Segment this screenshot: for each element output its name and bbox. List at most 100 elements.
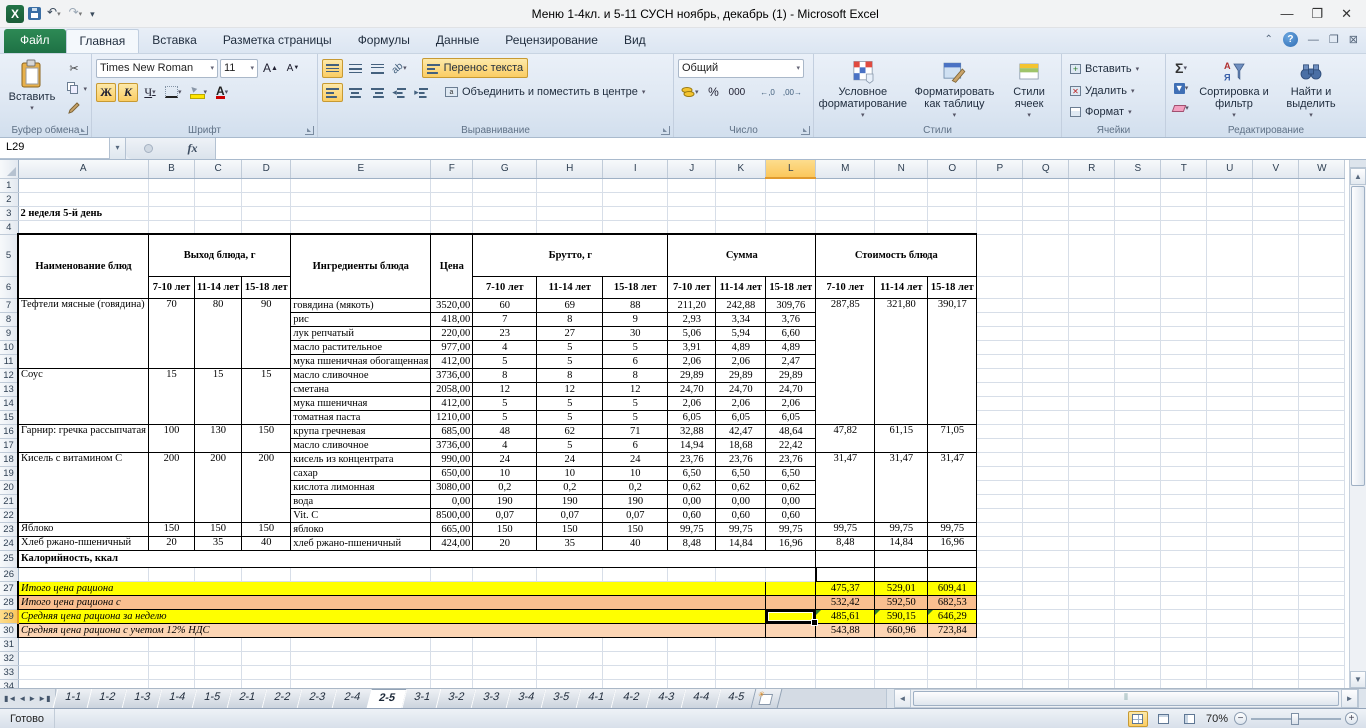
row-header-32[interactable]: 32 [0,651,18,665]
cell-I14[interactable]: 5 [603,396,668,410]
cell-B34[interactable] [149,679,195,688]
cell-R7[interactable] [1069,298,1115,312]
cell-J34[interactable] [668,679,716,688]
cell-W20[interactable] [1299,480,1345,494]
cell-Q11[interactable] [1023,354,1069,368]
cell-O3[interactable] [928,206,977,220]
cell-W19[interactable] [1299,466,1345,480]
first-sheet-icon[interactable]: ▮◄ [4,694,16,703]
cell-G6[interactable]: 7-10 лет [473,276,537,298]
cell-R32[interactable] [1069,651,1115,665]
cell-R6[interactable] [1069,276,1115,298]
cell-U6[interactable] [1207,276,1253,298]
sheet-tab-4-5[interactable]: 4-5 [715,689,756,708]
cell-J19[interactable]: 6,50 [668,466,716,480]
cell-A25[interactable]: Калорийность, ккал [18,550,816,567]
cell-M31[interactable] [816,637,875,651]
cell-E2[interactable] [291,192,431,206]
cell-K24[interactable]: 14,84 [716,536,766,550]
col-header-S[interactable]: S [1115,160,1161,178]
cell-A23[interactable]: Яблоко [18,522,149,536]
cell-Q7[interactable] [1023,298,1069,312]
col-header-F[interactable]: F [431,160,473,178]
cell-V18[interactable] [1253,452,1299,466]
cell-U33[interactable] [1207,665,1253,679]
cell-H33[interactable] [537,665,603,679]
cell-H20[interactable]: 0,2 [537,480,603,494]
cell-D4[interactable] [242,220,291,234]
cell-V30[interactable] [1253,623,1299,637]
row-header-33[interactable]: 33 [0,665,18,679]
cell-K12[interactable]: 29,89 [716,368,766,382]
cell-R14[interactable] [1069,396,1115,410]
zoom-level[interactable]: 70% [1206,713,1228,725]
row-header-24[interactable]: 24 [0,536,18,550]
sheet-tab-4-3[interactable]: 4-3 [646,689,687,708]
cell-I18[interactable]: 24 [603,452,668,466]
cell-K1[interactable] [716,178,766,192]
font-name-select[interactable]: Times New Roman▾ [96,59,218,78]
cell-F18[interactable]: 990,00 [431,452,473,466]
cell-W14[interactable] [1299,396,1345,410]
col-header-P[interactable]: P [977,160,1023,178]
cell-G15[interactable]: 5 [473,410,537,424]
cell-B2[interactable] [149,192,195,206]
cell-S26[interactable] [1115,567,1161,581]
cell-O31[interactable] [928,637,977,651]
cell-P7[interactable] [977,298,1023,312]
col-header-W[interactable]: W [1299,160,1345,178]
cell-K4[interactable] [716,220,766,234]
cell-I21[interactable]: 190 [603,494,668,508]
cell-O7[interactable]: 390,17 [928,298,977,424]
cell-Q1[interactable] [1023,178,1069,192]
minimize-button[interactable]: — [1280,6,1293,22]
cell-N31[interactable] [875,637,928,651]
cell-U3[interactable] [1207,206,1253,220]
cell-V21[interactable] [1253,494,1299,508]
cell-S30[interactable] [1115,623,1161,637]
cell-S11[interactable] [1115,354,1161,368]
cell-I19[interactable]: 10 [603,466,668,480]
next-sheet-icon[interactable]: ► [28,694,36,703]
cell-N4[interactable] [875,220,928,234]
cell-A30[interactable]: Средняя цена рациона с учетом 12% НДС [18,623,766,637]
cell-F8[interactable]: 418,00 [431,312,473,326]
cell-H4[interactable] [537,220,603,234]
row-header-3[interactable]: 3 [0,206,18,220]
cell-J11[interactable]: 2,06 [668,354,716,368]
cell-K34[interactable] [716,679,766,688]
cell-V34[interactable] [1253,679,1299,688]
cell-R1[interactable] [1069,178,1115,192]
cell-U26[interactable] [1207,567,1253,581]
cell-E33[interactable] [291,665,431,679]
cell-D16[interactable]: 150 [242,424,291,452]
cell-O26[interactable] [928,567,977,581]
cell-U2[interactable] [1207,192,1253,206]
cell-V22[interactable] [1253,508,1299,522]
cell-T9[interactable] [1161,326,1207,340]
cell-P13[interactable] [977,382,1023,396]
cell-J3[interactable] [668,206,716,220]
row-header-29[interactable]: 29 [0,609,18,623]
name-box[interactable]: L29 [0,138,110,159]
cell-H19[interactable]: 10 [537,466,603,480]
comma-style-button[interactable]: 000 [726,83,749,102]
cell-A3[interactable]: 2 неделя 5-й день [18,206,149,220]
cell-C26[interactable] [195,567,242,581]
cell-P29[interactable] [977,609,1023,623]
ribbon-tab-Формулы[interactable]: Формулы [345,29,423,53]
cell-L33[interactable] [766,665,816,679]
cell-W3[interactable] [1299,206,1345,220]
cell-B12[interactable]: 15 [149,368,195,424]
cell-M33[interactable] [816,665,875,679]
cell-Q28[interactable] [1023,595,1069,609]
cell-H8[interactable]: 8 [537,312,603,326]
cell-J31[interactable] [668,637,716,651]
row-header-19[interactable]: 19 [0,466,18,480]
cell-F22[interactable]: 8500,00 [431,508,473,522]
cell-Q26[interactable] [1023,567,1069,581]
cell-N34[interactable] [875,679,928,688]
cell-F20[interactable]: 3080,00 [431,480,473,494]
cell-H13[interactable]: 12 [537,382,603,396]
cell-L19[interactable]: 6,50 [766,466,816,480]
